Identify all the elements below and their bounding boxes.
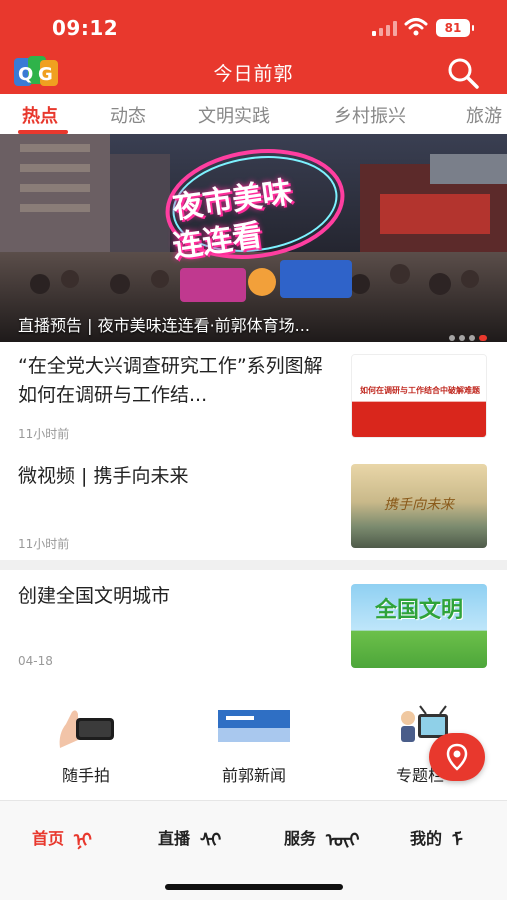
- thumbnail-text: 携手向未来: [384, 497, 454, 513]
- carousel-dot: [469, 335, 475, 341]
- app-screen: 09:12 81 Q G 今日前郭 热点 动态 文明实践 乡村振兴 旅游 夜市美…: [0, 0, 507, 900]
- nav-services[interactable]: 服务 ᠦᠢ: [284, 821, 360, 852]
- shortcut-snapshot[interactable]: 随手拍: [16, 690, 156, 790]
- banner-caption: 直播预告 | 夜市美味连连看·前郭体育场...: [18, 316, 310, 335]
- tab-hot[interactable]: 热点: [22, 102, 58, 128]
- nav-live[interactable]: 直播 ᠰᠢ: [158, 821, 221, 852]
- news-time: 11小时前: [18, 427, 70, 441]
- home-indicator: [165, 884, 343, 890]
- mongolian-script-icon: ᠨᠢ: [74, 830, 92, 851]
- tab-news[interactable]: 动态: [110, 102, 146, 128]
- phone-hand-icon: [59, 710, 114, 748]
- news-thumbnail: 如何在调研与工作结合中破解难题: [351, 354, 487, 438]
- tab-civilization[interactable]: 文明实践: [198, 102, 270, 128]
- location-fab-button[interactable]: [429, 733, 485, 781]
- news-time: 11小时前: [18, 537, 70, 551]
- title-bar: Q G 今日前郭: [0, 50, 507, 94]
- mongolian-script-icon: ᠦᠢ: [326, 830, 360, 851]
- nav-home[interactable]: 首页 ᠨᠢ: [32, 821, 92, 852]
- carousel-dot-active: [479, 335, 487, 341]
- carousel-dots: [445, 326, 487, 342]
- tab-rural[interactable]: 乡村振兴: [334, 102, 406, 128]
- location-pin-icon: [446, 743, 468, 771]
- news-item[interactable]: 微视频 | 携手向未来 11小时前 携手向未来: [0, 452, 507, 560]
- news-item[interactable]: “在全党大兴调查研究工作”系列图解 如何在调研与工作结... 11小时前 如何在…: [0, 342, 507, 452]
- category-tabs: 热点 动态 文明实践 乡村振兴 旅游: [0, 94, 507, 134]
- thumbnail-text: 如何在调研与工作结合中破解难题: [360, 386, 480, 395]
- tab-travel[interactable]: 旅游: [466, 102, 502, 128]
- page-title: 今日前郭: [213, 63, 294, 85]
- app-header: 09:12 81 Q G 今日前郭: [0, 0, 507, 94]
- news-title: 微视频 | 携手向未来: [18, 465, 189, 487]
- thumbnail-text: 全国文明: [374, 598, 463, 623]
- search-icon[interactable]: [446, 56, 480, 90]
- nav-live-label: 直播: [158, 829, 191, 848]
- news-banner-icon: [218, 710, 290, 742]
- status-time: 09:12: [52, 16, 119, 40]
- nav-mine[interactable]: 我的 ᠮ: [410, 821, 463, 852]
- news-item[interactable]: 创建全国文明城市 04-18 全国文明: [0, 570, 507, 690]
- battery-indicator: 81: [436, 19, 474, 37]
- cellular-signal-icon: [372, 21, 397, 36]
- mongolian-script-icon: ᠰᠢ: [200, 830, 222, 851]
- hero-banner[interactable]: 夜市美味 连连看 直播预告 | 夜市美味连连看·前郭体育场...: [0, 134, 507, 342]
- shortcut-qianguo-news[interactable]: 前郭新闻: [184, 690, 324, 790]
- nav-mine-label: 我的: [410, 829, 443, 848]
- news-title: 创建全国文明城市: [18, 585, 171, 607]
- news-thumbnail: 全国文明: [351, 584, 487, 668]
- news-title: “在全党大兴调查研究工作”系列图解 如何在调研与工作结...: [18, 355, 323, 406]
- carousel-dot: [459, 335, 465, 341]
- shortcut-label: 随手拍: [61, 766, 110, 785]
- battery-level: 81: [444, 21, 462, 35]
- nav-services-label: 服务: [284, 829, 317, 848]
- mongolian-script-icon: ᠮ: [452, 830, 463, 851]
- nav-home-label: 首页: [32, 829, 65, 848]
- wifi-icon: [404, 18, 428, 36]
- news-thumbnail: 携手向未来: [351, 464, 487, 548]
- news-time: 04-18: [18, 654, 53, 668]
- carousel-dot: [449, 335, 455, 341]
- shortcut-label: 前郭新闻: [221, 766, 286, 785]
- status-bar: 09:12 81: [0, 0, 507, 50]
- section-divider: [0, 560, 507, 570]
